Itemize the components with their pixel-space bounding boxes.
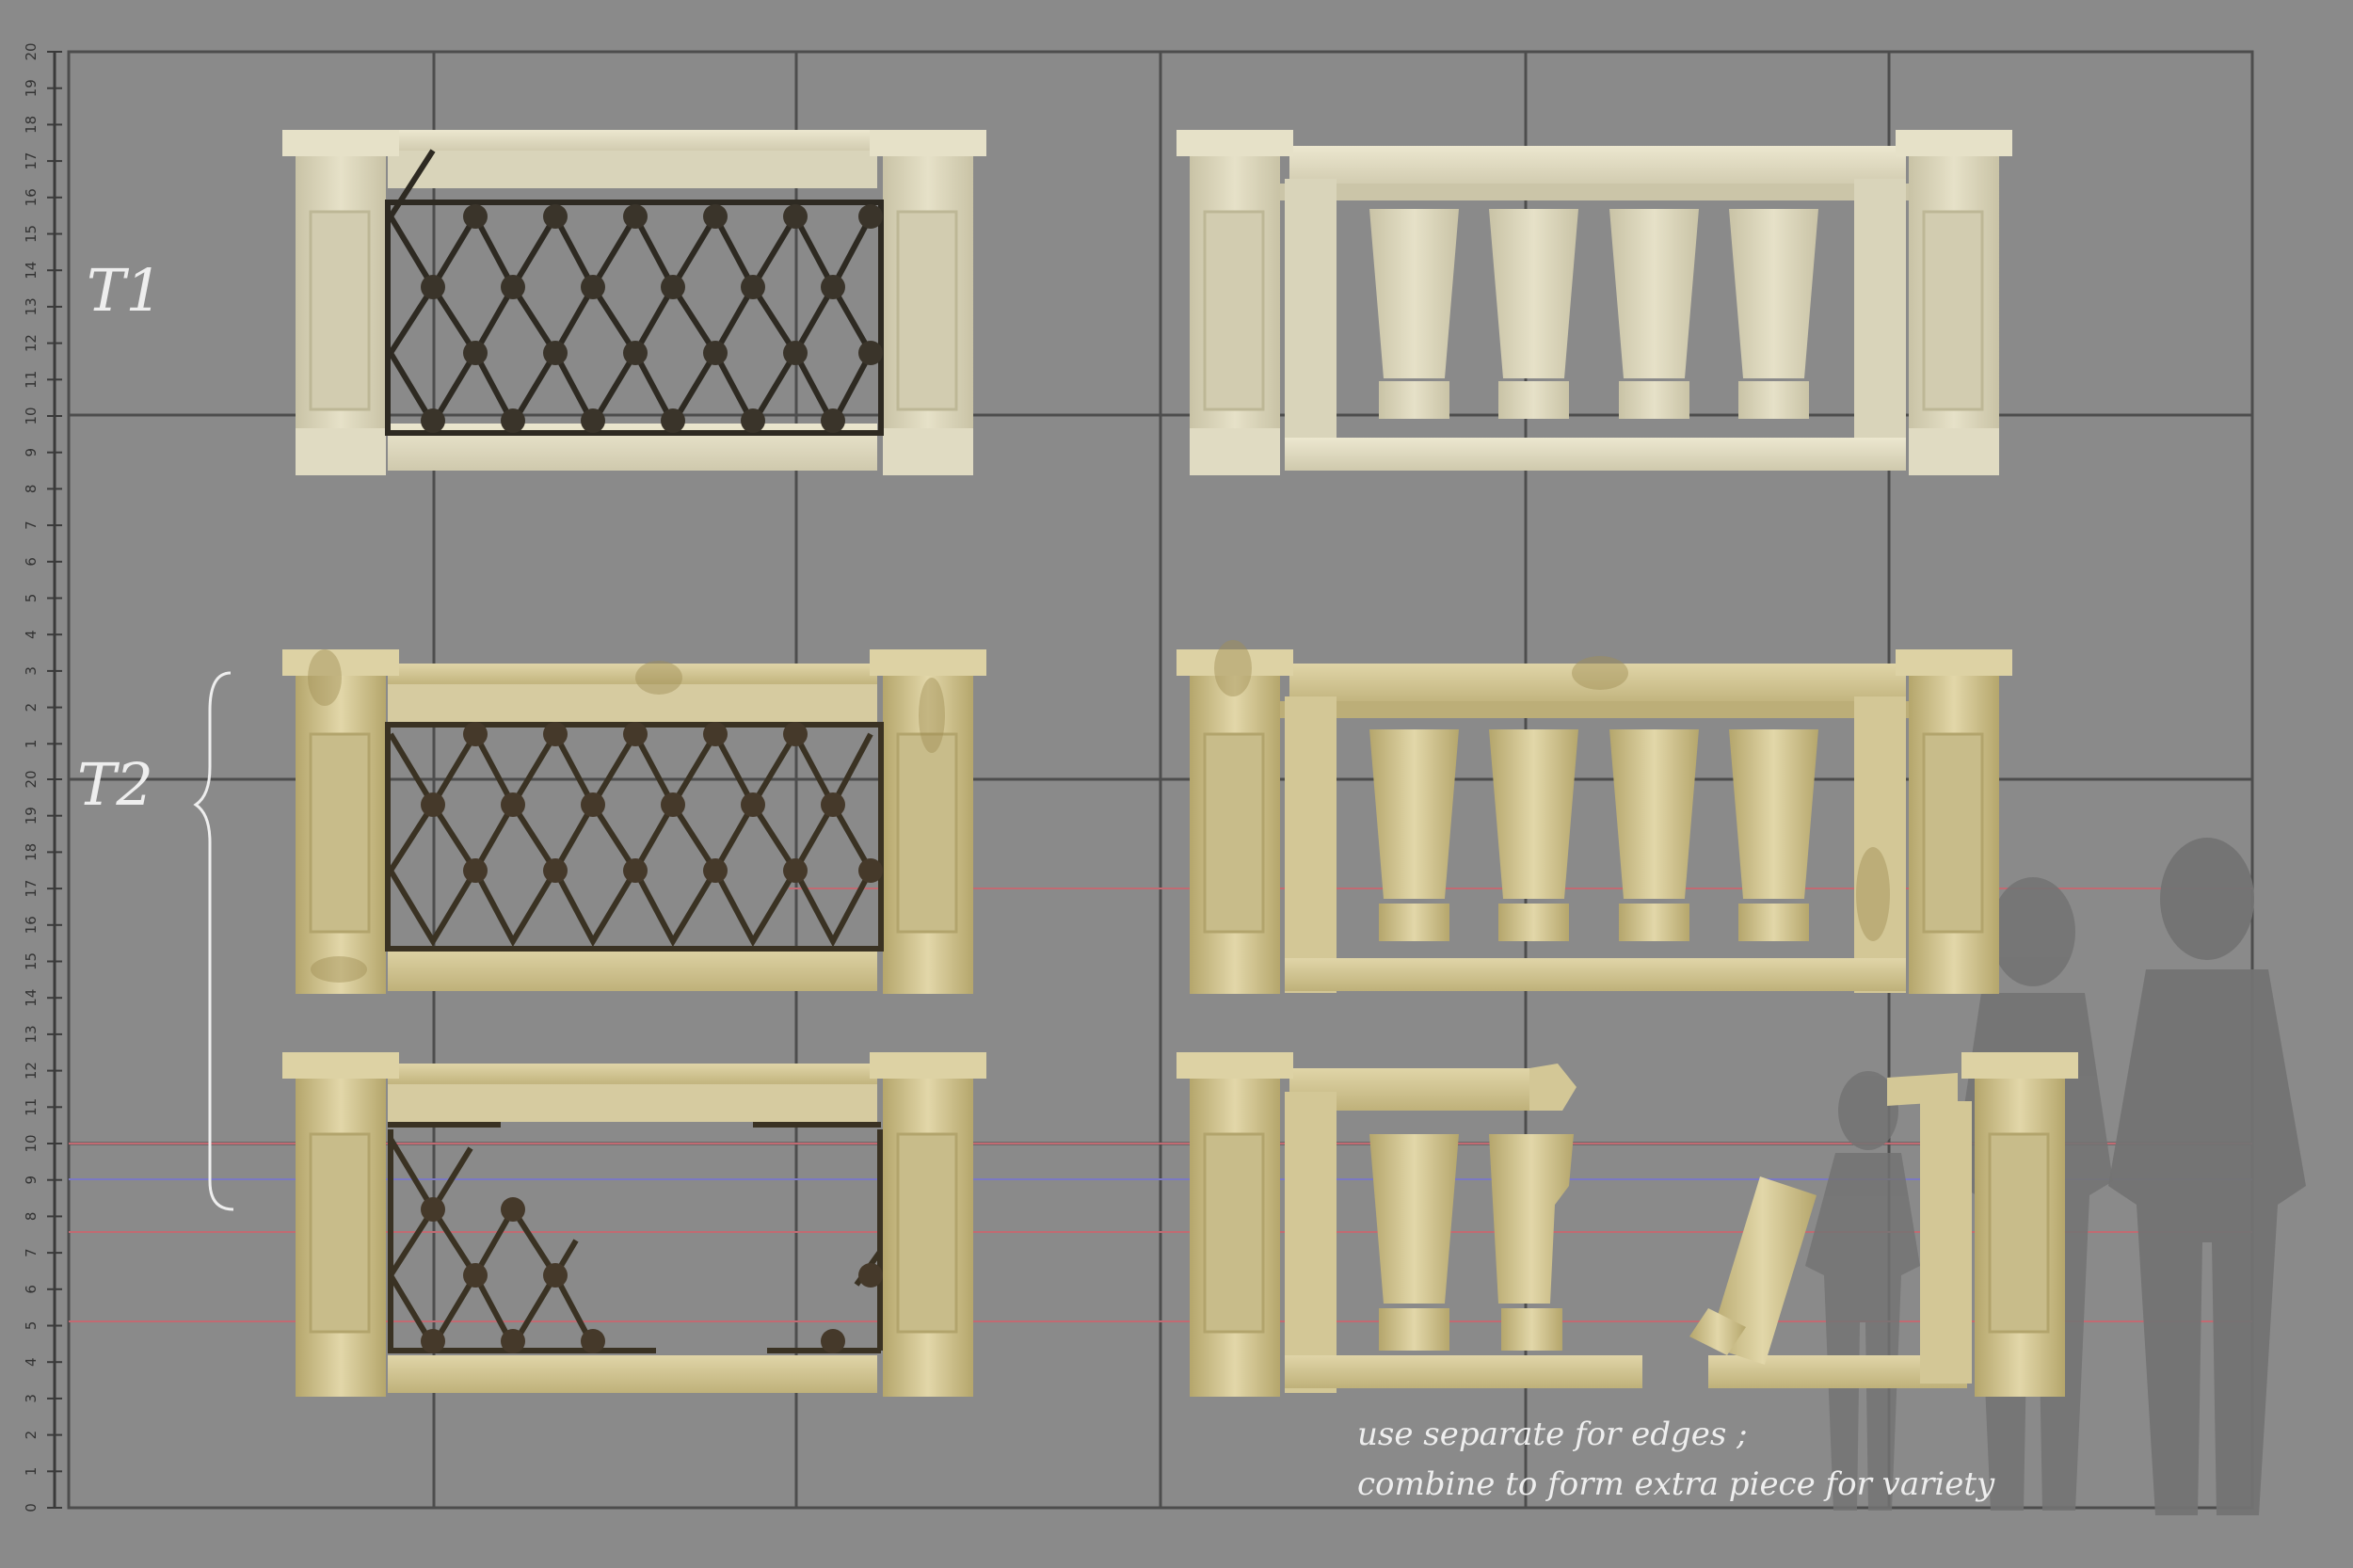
height-ruler: 2019181716151413121110987654321201918171…: [23, 42, 62, 1512]
ruler-lower-tick-label: 19: [23, 807, 40, 824]
ruler-lower-tick-label: 12: [23, 1062, 40, 1080]
iron-lattice: [385, 149, 884, 436]
ruler-lower-tick-label: 18: [23, 843, 40, 861]
ruler-lower-tick-label: 1: [23, 1467, 40, 1477]
row-labels: T1 T2: [77, 256, 234, 1211]
ruler-upper-tick-label: 14: [23, 262, 40, 280]
ruler-lower-tick-label: 10: [23, 1134, 40, 1152]
ruler-lower-tick-label: 4: [23, 1357, 40, 1367]
ruler-upper-tick-label: 2: [23, 703, 40, 712]
ruler-lower-tick-label: 15: [23, 952, 40, 970]
note-line-2: combine to form extra piece for variety: [1357, 1465, 1995, 1503]
ruler-lower-tick-label: 17: [23, 880, 40, 898]
ruler-lower-tick-label: 9: [23, 1176, 40, 1185]
ruler-upper-tick-label: 6: [23, 557, 40, 567]
ruler-lower-tick-label: 16: [23, 916, 40, 934]
concept-sheet-canvas: 2019181716151413121110987654321201918171…: [23, 42, 2306, 1515]
iron-knobs-broken: [421, 1197, 883, 1353]
ruler-lower-tick-label: 2: [23, 1431, 40, 1440]
label-t2: T2: [77, 750, 153, 819]
ruler-lower-tick-label: 0: [23, 1503, 40, 1512]
ruler-upper-tick-label: 11: [23, 371, 40, 389]
ruler-upper-tick-label: 15: [23, 225, 40, 243]
railing-t2-balustrade[interactable]: [1176, 640, 2012, 994]
ruler-upper-tick-label: 13: [23, 297, 40, 315]
t2-brace: [193, 671, 234, 1211]
ruler-upper-tick-label: 18: [23, 116, 40, 134]
ruler-upper-tick-label: 8: [23, 485, 40, 494]
ruler-upper-tick-label: 10: [23, 407, 40, 424]
iron-knobs-t2: [421, 722, 883, 883]
note-line-1: use separate for edges ;: [1357, 1416, 1748, 1453]
ruler-lower-tick-label: 11: [23, 1098, 40, 1116]
iron-lattice-broken: [388, 1122, 883, 1353]
ruler-lower-tick-label: 20: [23, 770, 40, 788]
balusters-t2: [1369, 729, 1818, 941]
label-t1: T1: [87, 256, 163, 325]
ruler-upper-tick-label: 7: [23, 520, 40, 530]
ruler-tick-marks: [47, 51, 62, 1509]
ruler-upper-tick-label: 17: [23, 152, 40, 170]
ruler-upper-tick-label: 5: [23, 594, 40, 603]
silhouette-tall: [2108, 838, 2306, 1515]
railing-t2-iron[interactable]: [282, 649, 986, 994]
broken-balusters: [1369, 1134, 1817, 1365]
ruler-lower-tick-label: 14: [23, 989, 40, 1007]
ruler-lower-tick-label: 6: [23, 1285, 40, 1294]
ruler-upper-tick-label: 9: [23, 448, 40, 457]
design-notes: use separate for edges ; combine to form…: [1357, 1416, 1995, 1503]
ruler-lower-tick-label: 3: [23, 1394, 40, 1403]
ruler-upper-tick-label: 19: [23, 79, 40, 97]
railing-t1-balustrade[interactable]: [1176, 130, 2012, 475]
ruler-lower-tick-label: 5: [23, 1321, 40, 1331]
ruler-upper-tick-label: 12: [23, 334, 40, 352]
ruler-lower-tick-label: 7: [23, 1248, 40, 1257]
ruler-upper-tick-label: 4: [23, 630, 40, 639]
ruler-lower-tick-label: 8: [23, 1212, 40, 1222]
railing-t1-iron[interactable]: [282, 130, 986, 475]
ruler-tick-labels: 2019181716151413121110987654321201918171…: [23, 42, 40, 1512]
balusters: [1369, 209, 1818, 419]
railing-t2-balustrade-broken[interactable]: [1176, 1052, 2078, 1397]
railing-t2-iron-broken[interactable]: [282, 1052, 986, 1397]
ruler-upper-tick-label: 20: [23, 42, 40, 60]
ruler-upper-tick-label: 3: [23, 666, 40, 676]
iron-lattice-t2: [385, 722, 884, 952]
ruler-upper-tick-label: 16: [23, 188, 40, 206]
ruler-lower-tick-label: 13: [23, 1025, 40, 1043]
ruler-upper-tick-label: 1: [23, 740, 40, 749]
silhouette-small: [1805, 1071, 1920, 1511]
